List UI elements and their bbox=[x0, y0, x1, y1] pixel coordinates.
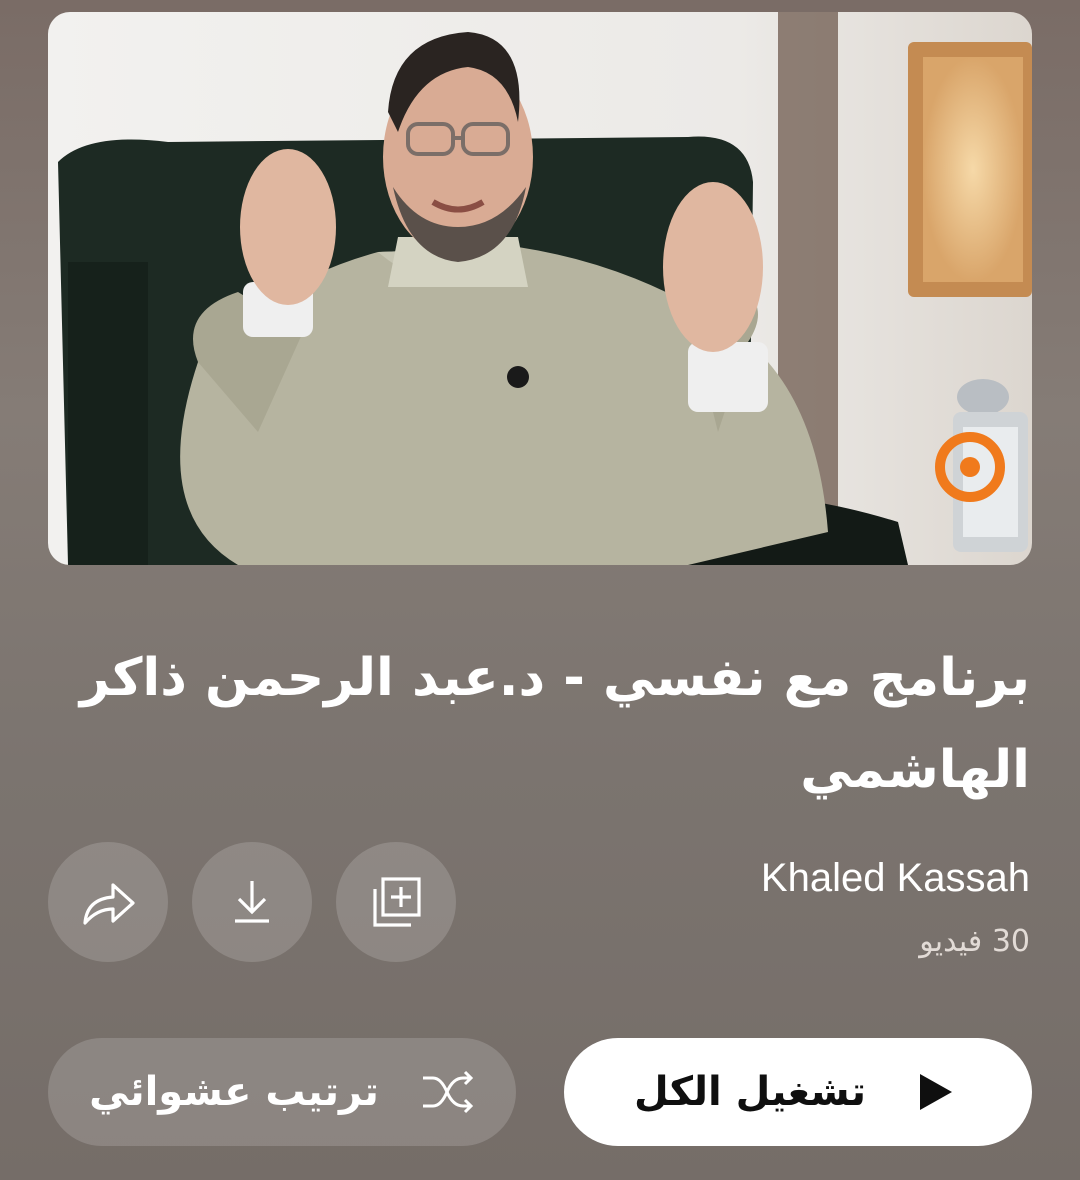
playlist-owner[interactable]: Khaled Kassah bbox=[761, 856, 1030, 901]
share-icon bbox=[83, 883, 135, 925]
save-to-library-button[interactable] bbox=[336, 842, 456, 962]
playlist-thumbnail[interactable] bbox=[48, 12, 1032, 565]
playlist-title: برنامج مع نفسي - د.عبد الرحمن ذاكر الهاش… bbox=[79, 648, 1030, 800]
download-button[interactable] bbox=[192, 842, 312, 962]
add-to-library-icon bbox=[373, 877, 421, 927]
shuffle-icon bbox=[422, 1070, 474, 1114]
play-icon bbox=[919, 1074, 952, 1110]
video-count: 30 فيديو bbox=[919, 924, 1030, 959]
thumbnail-image bbox=[48, 12, 1032, 565]
play-all-button[interactable]: تشغيل الكل bbox=[564, 1038, 1032, 1146]
shuffle-button[interactable]: ترتيب عشوائي bbox=[48, 1038, 516, 1146]
play-all-label: تشغيل الكل bbox=[634, 1069, 866, 1115]
share-button[interactable] bbox=[48, 842, 168, 962]
download-icon bbox=[235, 881, 269, 923]
shuffle-label: ترتيب عشوائي bbox=[89, 1069, 379, 1115]
